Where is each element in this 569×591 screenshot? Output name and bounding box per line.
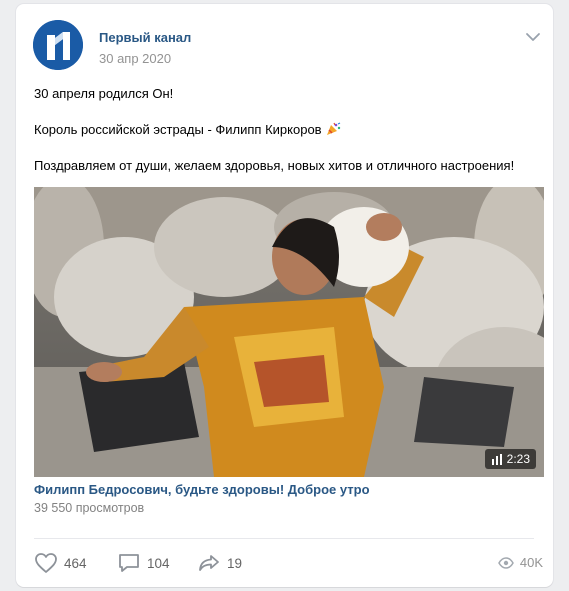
post-date[interactable]: 30 апр 2020 (99, 51, 171, 66)
heart-icon (35, 553, 57, 573)
video-duration: 2:23 (506, 452, 530, 466)
share-count: 19 (227, 555, 243, 571)
video-title-link[interactable]: Филипп Бедросович, будьте здоровы! Добро… (34, 482, 370, 497)
channel-avatar[interactable] (33, 20, 83, 70)
divider (34, 538, 534, 539)
comment-icon (119, 554, 139, 572)
post-views: 40K (497, 555, 543, 570)
channel-one-logo-icon (33, 20, 83, 70)
video-views-count: 39 550 просмотров (34, 501, 145, 515)
post-text-line: Король российской эстрады - Филипп Кирко… (34, 122, 322, 137)
share-arrow-icon (199, 555, 219, 571)
post-views-count: 40K (519, 555, 543, 570)
video-preview-image (34, 187, 544, 477)
like-button[interactable]: 464 (34, 551, 87, 575)
party-popper-icon (326, 122, 342, 136)
video-duration-badge: 2:23 (484, 449, 536, 469)
comment-button[interactable]: 104 (117, 551, 170, 575)
post-text: 30 апреля родился Он! Король российской … (34, 85, 534, 174)
post-text-line-with-emoji: Король российской эстрады - Филипп Кирко… (34, 121, 534, 138)
bars-icon (491, 453, 502, 465)
post-text-line: Поздравляем от души, желаем здоровья, но… (34, 158, 515, 173)
eye-icon (497, 556, 514, 569)
chevron-down-icon[interactable] (524, 28, 542, 46)
post-text-line: 30 апреля родился Он! (34, 86, 174, 101)
comment-count: 104 (147, 555, 170, 571)
wall-post: Первый канал 30 апр 2020 30 апреля родил… (16, 4, 553, 587)
like-count: 464 (64, 555, 87, 571)
video-thumbnail[interactable]: 2:23 (34, 187, 544, 477)
share-button[interactable]: 19 (197, 551, 242, 575)
post-author[interactable]: Первый канал (99, 30, 191, 45)
